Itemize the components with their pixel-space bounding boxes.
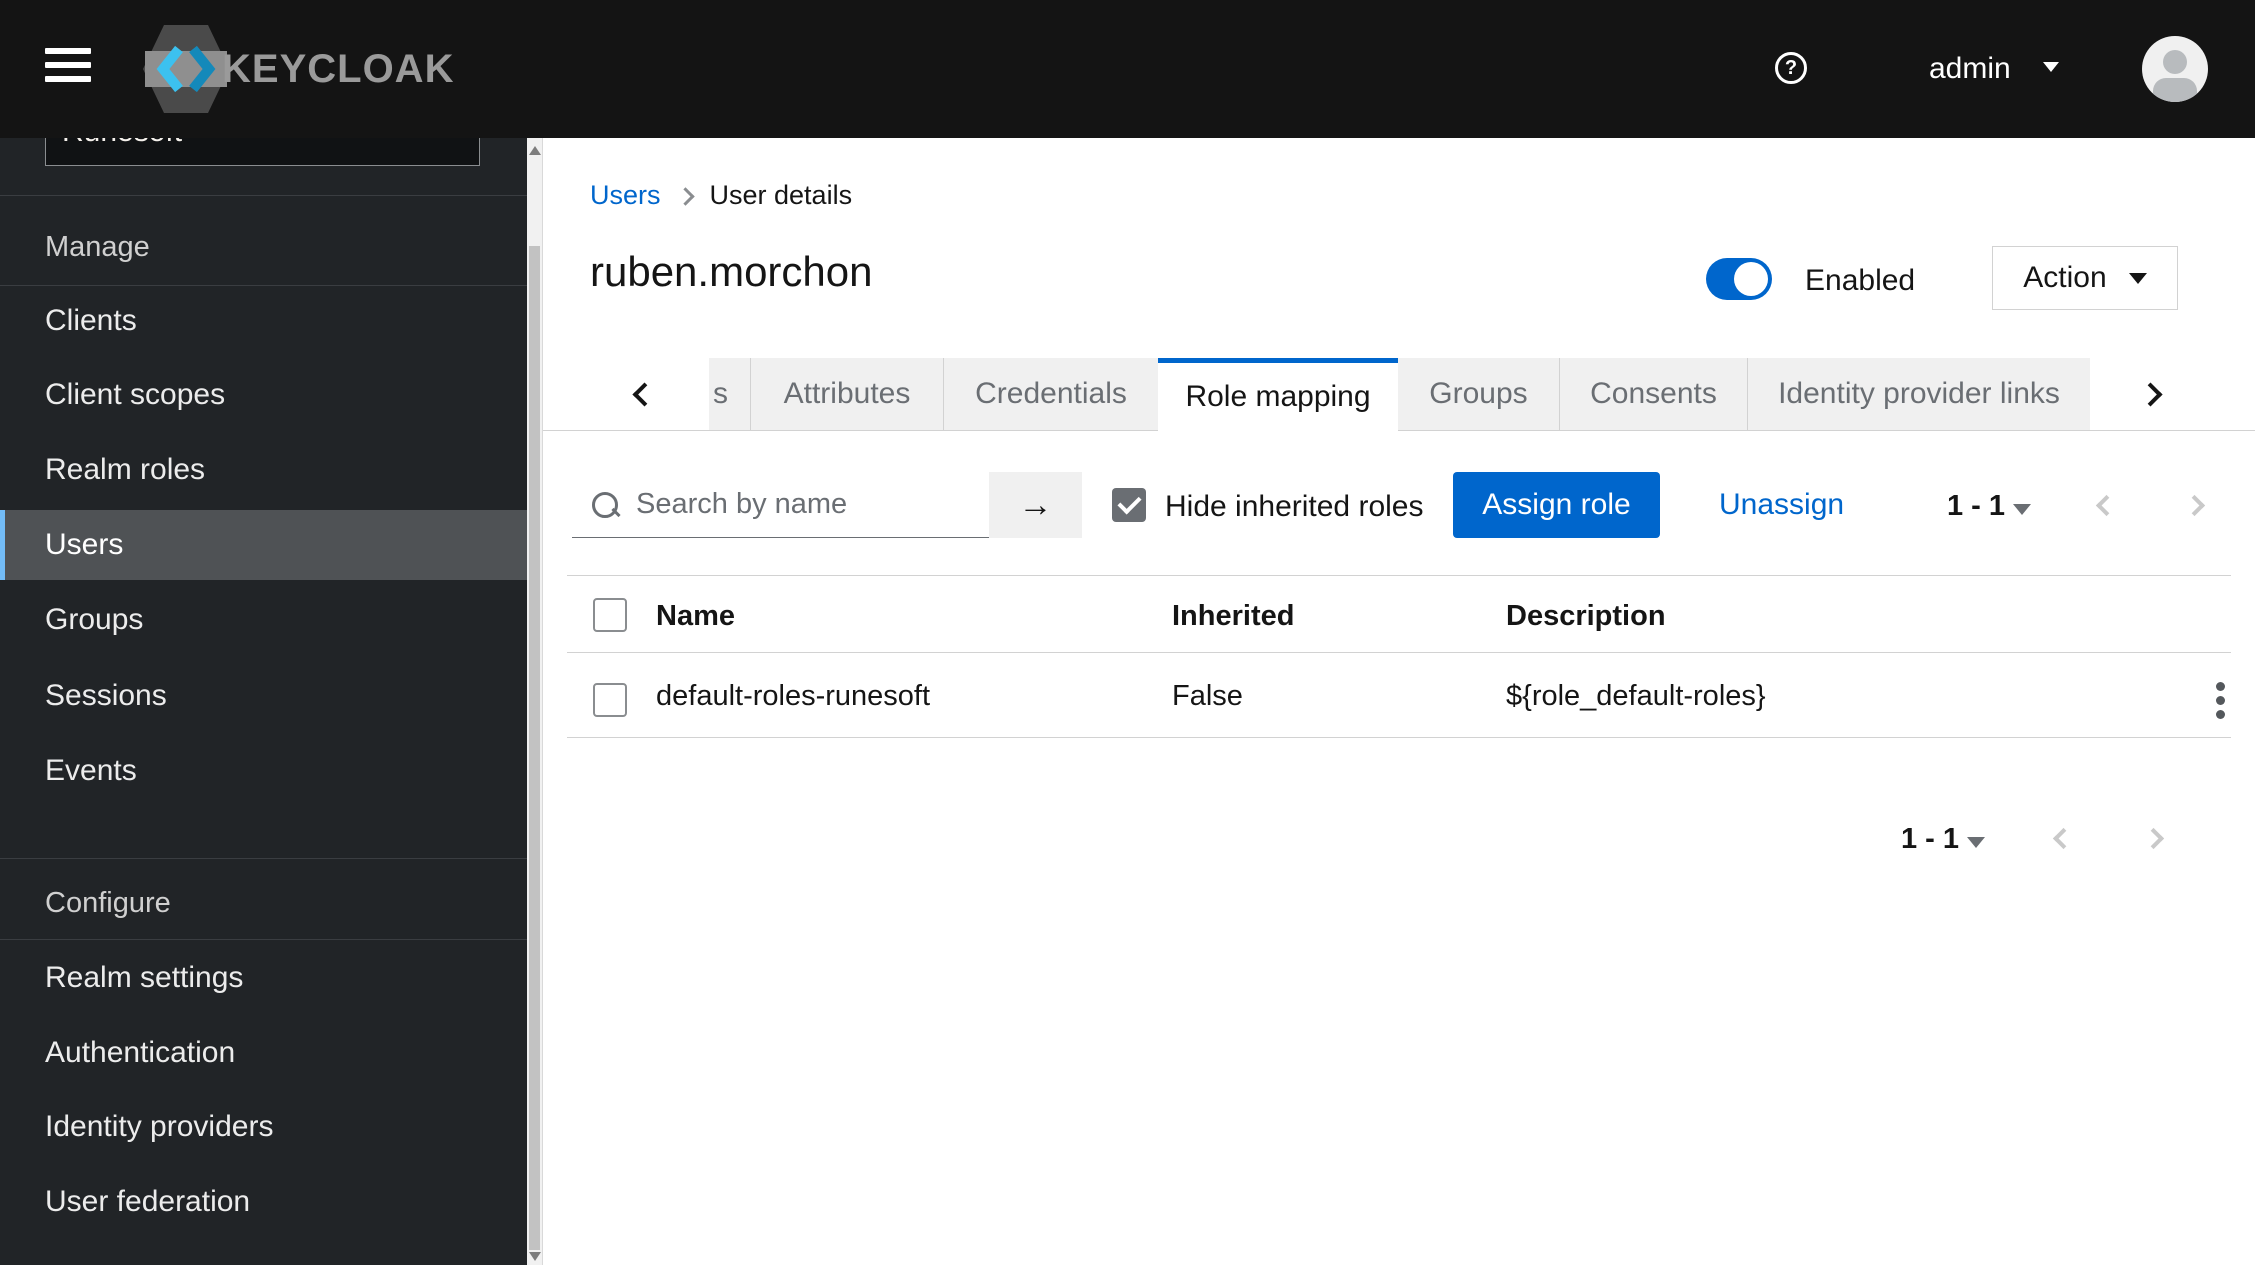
tab-details-partial[interactable]: s [709, 358, 750, 430]
cell-role-name: default-roles-runesoft [656, 680, 931, 712]
keycloak-logo-icon [143, 25, 229, 113]
tab-consents[interactable]: Consents [1559, 358, 1747, 430]
help-icon[interactable]: ? [1775, 52, 1807, 84]
tabs-scroll-right-button[interactable] [2090, 358, 2210, 430]
assign-role-button[interactable]: Assign role [1453, 472, 1660, 538]
action-dropdown-button[interactable]: Action [1992, 246, 2178, 310]
page-title: ruben.morchon [590, 248, 873, 295]
nav-separator [0, 195, 527, 196]
pagination-range-bottom[interactable]: 1 - 1 [1901, 823, 1959, 856]
tabs: s Attributes Credentials Role mapping Gr… [709, 358, 2090, 431]
sidebar-item-realm-roles[interactable]: Realm roles [0, 435, 527, 505]
search-box [572, 472, 989, 538]
sidebar-item-realm-settings[interactable]: Realm settings [0, 943, 527, 1013]
nav-section-title-configure: Configure [45, 887, 171, 919]
column-header-description: Description [1506, 600, 1666, 632]
keycloak-admin-console: KEYCLOAK ? admin Runesoft Manage Clients… [0, 0, 2255, 1265]
sidebar-item-users[interactable]: Users [0, 510, 527, 580]
masthead: KEYCLOAK ? admin [0, 0, 2255, 138]
brand-name: KEYCLOAK [222, 46, 455, 91]
tab-credentials[interactable]: Credentials [943, 358, 1158, 430]
tab-strip: s Attributes Credentials Role mapping Gr… [543, 358, 2255, 431]
enabled-toggle[interactable] [1706, 258, 1772, 300]
keycloak-logo: KEYCLOAK [142, 24, 454, 114]
enabled-label: Enabled [1805, 264, 1916, 297]
breadcrumb-current: User details [709, 180, 853, 210]
scrollbar-up-arrow-icon[interactable] [529, 146, 541, 155]
breadcrumb-users-link[interactable]: Users [590, 180, 661, 211]
pagination-caret-icon[interactable] [1967, 837, 1985, 848]
user-menu-caret-icon[interactable] [2043, 62, 2059, 72]
row-checkbox[interactable] [593, 683, 627, 717]
user-menu-label[interactable]: admin [1929, 52, 2011, 86]
pagination-range-top[interactable]: 1 - 1 [1947, 490, 2005, 523]
sidebar-item-identity-providers[interactable]: Identity providers [0, 1092, 527, 1162]
search-submit-button[interactable]: → [989, 472, 1082, 538]
pagination-prev-top[interactable] [2095, 494, 2118, 517]
toggle-knob [1734, 262, 1768, 296]
table-top-border [567, 575, 2231, 576]
column-header-name: Name [656, 600, 735, 632]
hide-inherited-label: Hide inherited roles [1165, 490, 1424, 523]
select-all-checkbox[interactable] [593, 598, 627, 632]
sidebar-item-user-federation[interactable]: User federation [0, 1167, 527, 1237]
nav-separator [0, 858, 527, 859]
cell-description: ${role_default-roles} [1506, 680, 1766, 712]
table-header-border [567, 652, 2231, 653]
scrollbar-down-arrow-icon[interactable] [529, 1252, 541, 1261]
pagination-next-top[interactable] [2183, 494, 2206, 517]
pagination-caret-icon[interactable] [2013, 504, 2031, 515]
scrollbar-thumb[interactable] [529, 246, 540, 1250]
chevron-left-icon [631, 381, 657, 407]
table-row-border [567, 737, 2231, 738]
breadcrumb: Users User details [590, 180, 852, 211]
sidebar-scrollbar[interactable] [527, 138, 543, 1265]
sidebar-item-authentication[interactable]: Authentication [0, 1018, 527, 1088]
tab-groups[interactable]: Groups [1398, 358, 1559, 430]
search-control: → [572, 472, 1082, 538]
column-header-inherited: Inherited [1172, 600, 1295, 632]
nav-section-title-manage: Manage [45, 231, 150, 263]
sidebar-item-sessions[interactable]: Sessions [0, 661, 527, 731]
sidebar-nav: Runesoft Manage Clients Client scopes Re… [0, 138, 527, 1265]
search-icon [592, 491, 618, 518]
sidebar-item-clients[interactable]: Clients [0, 286, 527, 356]
avatar-person-icon [2153, 50, 2197, 102]
cell-inherited: False [1172, 680, 1243, 712]
realm-name: Runesoft [62, 138, 182, 147]
chevron-right-icon [2137, 381, 2163, 407]
breadcrumb-chevron-icon [675, 187, 695, 206]
pagination-prev-bottom[interactable] [2052, 827, 2075, 850]
action-caret-icon [2128, 272, 2147, 284]
nav-toggle-hamburger-icon[interactable] [45, 48, 91, 82]
unassign-button[interactable]: Unassign [1719, 488, 1844, 522]
main-content: Users User details ruben.morchon Enabled… [543, 138, 2255, 1265]
tab-attributes[interactable]: Attributes [750, 358, 943, 430]
sidebar-item-events[interactable]: Events [0, 736, 527, 806]
sidebar-item-groups[interactable]: Groups [0, 585, 527, 655]
realm-selector[interactable]: Runesoft [45, 138, 480, 166]
tab-role-mapping[interactable]: Role mapping [1158, 358, 1398, 431]
avatar[interactable] [2142, 36, 2208, 102]
tabs-scroll-left-button[interactable] [543, 358, 709, 430]
row-kebab-menu-icon[interactable] [2200, 676, 2240, 724]
search-input[interactable] [634, 487, 968, 522]
nav-separator [0, 939, 527, 940]
pagination-next-bottom[interactable] [2142, 827, 2165, 850]
tab-identity-provider-links[interactable]: Identity provider links [1747, 358, 2090, 430]
hide-inherited-checkbox[interactable] [1112, 488, 1146, 522]
sidebar-item-client-scopes[interactable]: Client scopes [0, 360, 527, 430]
